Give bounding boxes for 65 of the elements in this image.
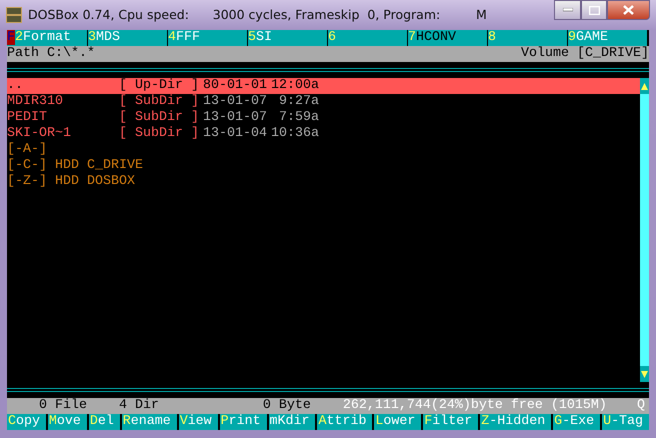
command-key[interactable]: Copy bbox=[7, 414, 46, 430]
command-key[interactable]: Move bbox=[48, 414, 87, 430]
command-key[interactable]: Filter bbox=[423, 414, 478, 430]
file-name: .. bbox=[7, 78, 24, 94]
function-key[interactable]: 5SI bbox=[247, 30, 327, 46]
file-type: [ SubDir ] bbox=[118, 110, 199, 126]
scroll-up-icon[interactable] bbox=[641, 82, 648, 90]
file-name: PEDIT bbox=[7, 110, 48, 126]
drive-name: [-Z-] HDD DOSBOX bbox=[7, 174, 135, 190]
maximize-icon bbox=[588, 6, 600, 14]
volume-label: Volume [C_DRIVE] bbox=[521, 46, 649, 62]
file-name: SKI-OR~1 bbox=[7, 126, 72, 142]
function-key[interactable]: F2Format bbox=[7, 30, 87, 46]
scroll-down-icon[interactable] bbox=[641, 370, 648, 378]
file-date: 13-01-07 bbox=[202, 94, 267, 110]
command-key[interactable]: Attrib bbox=[317, 414, 372, 430]
command-key[interactable]: Z-Hidden bbox=[480, 414, 552, 430]
command-key[interactable]: G-Exe bbox=[553, 414, 600, 430]
dir-count: 4 Dir bbox=[118, 398, 160, 414]
file-row[interactable]: .. [ Up-Dir ] 80-01-01 12:00a bbox=[7, 78, 640, 94]
drive-name: [-A-] bbox=[7, 142, 47, 158]
command-key[interactable]: Lower bbox=[374, 414, 422, 430]
file-row[interactable]: [-Z-] HDD DOSBOX bbox=[7, 174, 640, 190]
file-type: [ Up-Dir ] bbox=[118, 78, 199, 94]
window-title: DOSBox 0.74, Cpu speed: 3000 cycles, Frameskip 0, Program: M bbox=[28, 6, 487, 24]
file-time: 12:00a bbox=[270, 78, 319, 94]
file-row[interactable]: [-A-] bbox=[7, 142, 640, 158]
close-icon bbox=[623, 5, 634, 15]
command-key[interactable]: Print bbox=[220, 414, 267, 430]
minimize-button[interactable] bbox=[554, 0, 581, 20]
scroll-bar[interactable] bbox=[640, 78, 649, 382]
minimize-icon bbox=[562, 8, 572, 12]
function-key[interactable]: 9GAME bbox=[567, 30, 647, 46]
app-icon bbox=[6, 7, 22, 23]
file-type: [ SubDir ] bbox=[118, 126, 199, 142]
file-date: 13-01-07 bbox=[202, 110, 267, 126]
file-date: 80-01-01 bbox=[202, 78, 267, 94]
file-row[interactable]: [-C-] HDD C_DRIVE bbox=[7, 158, 640, 174]
file-row[interactable]: MDIR310 [ SubDir ] 13-01-07 9:27a bbox=[7, 94, 640, 110]
command-key[interactable]: Rename bbox=[122, 414, 177, 430]
command-key[interactable]: mKdir bbox=[268, 414, 316, 430]
function-key[interactable]: 4FFF bbox=[167, 30, 247, 46]
drive-name: [-C-] HDD C_DRIVE bbox=[7, 158, 143, 174]
file-row[interactable]: SKI-OR~1 [ SubDir ] 13-01-04 10:36a bbox=[7, 126, 640, 142]
byte-count: 0 Byte bbox=[262, 398, 312, 414]
function-key[interactable]: 6 bbox=[327, 30, 407, 46]
command-key[interactable]: Del bbox=[88, 414, 120, 430]
file-date: 13-01-04 bbox=[202, 126, 267, 142]
free-space: 262,111,744(24%)byte free (1015M) bbox=[342, 398, 607, 414]
function-key[interactable]: 7HCONV bbox=[407, 30, 487, 46]
command-key[interactable]: U-Tag bbox=[602, 414, 649, 430]
maximize-button[interactable] bbox=[581, 0, 607, 20]
file-time: 7:59a bbox=[278, 110, 319, 126]
function-key[interactable]: 8 bbox=[487, 30, 567, 46]
mode-indicator: Q bbox=[637, 398, 645, 414]
close-button[interactable] bbox=[607, 0, 650, 20]
command-key[interactable]: View bbox=[178, 414, 218, 430]
function-key[interactable]: 3MDS bbox=[87, 30, 167, 46]
file-time: 9:27a bbox=[278, 94, 319, 110]
file-name: MDIR310 bbox=[7, 94, 64, 110]
file-count: 0 File bbox=[38, 398, 88, 414]
file-time: 10:36a bbox=[270, 126, 319, 142]
path-label: Path C:\*.* bbox=[7, 46, 95, 62]
file-type: [ SubDir ] bbox=[118, 94, 199, 110]
file-row[interactable]: PEDIT [ SubDir ] 13-01-07 7:59a bbox=[7, 110, 640, 126]
